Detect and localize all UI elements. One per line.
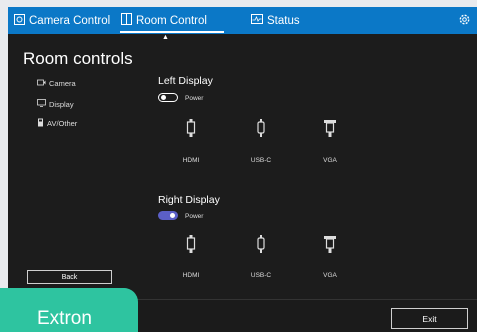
top-nav: Camera Control Room Control Status [8, 7, 477, 34]
display-icon [37, 99, 46, 109]
vga-icon[interactable] [323, 119, 337, 137]
right-display-usb-c-label: USB-C [250, 272, 272, 279]
tab-room-control-label: Room Control [136, 14, 207, 27]
vga-icon[interactable] [323, 235, 337, 253]
right-display-vga-label: VGA [323, 272, 337, 279]
mouse-cursor-icon: ▲ [162, 34, 169, 41]
camera-icon [14, 13, 25, 28]
brand-label: Extron [37, 308, 92, 329]
tab-status-label: Status [267, 14, 300, 27]
left-display-vga-label: VGA [323, 157, 337, 164]
left-display-usb-c-label: USB-C [250, 157, 272, 164]
app-screen: Camera Control Room Control Status ▲ Roo… [8, 7, 477, 332]
sidebar-item-av-other[interactable]: AV/Other [37, 118, 77, 129]
sidebar-item-camera-label: Camera [49, 79, 76, 88]
left-display-title: Left Display [158, 75, 213, 87]
sidebar-item-av-other-label: AV/Other [47, 119, 78, 128]
left-display-power-label: Power [185, 95, 204, 102]
tab-status[interactable]: Status [251, 7, 300, 34]
status-icon [251, 14, 263, 27]
usb-c-icon[interactable] [254, 119, 268, 137]
right-display-power-label: Power [185, 213, 204, 220]
tab-camera-control-label: Camera Control [29, 14, 111, 27]
left-display-power-toggle[interactable] [158, 93, 178, 102]
sidebar-item-camera[interactable]: Camera [37, 79, 76, 88]
room-icon [121, 13, 132, 28]
hdmi-icon[interactable] [184, 235, 198, 253]
right-display-title: Right Display [158, 194, 220, 206]
back-button[interactable]: Back [27, 270, 112, 284]
usb-c-icon[interactable] [254, 235, 268, 253]
sidebar-item-display-label: Display [49, 99, 74, 109]
left-display-hdmi-label: HDMI [182, 157, 200, 164]
av-icon [37, 118, 44, 129]
toggle-knob [161, 95, 166, 100]
gear-icon[interactable] [458, 13, 471, 29]
extron-logo: Extron [0, 288, 138, 332]
sidebar-item-display[interactable]: Display [37, 99, 74, 109]
right-display-power-toggle[interactable] [158, 211, 178, 220]
tab-room-control[interactable]: Room Control [121, 7, 207, 34]
right-display-hdmi-label: HDMI [182, 272, 200, 279]
exit-button[interactable]: Exit [391, 308, 468, 329]
toggle-knob [170, 213, 175, 218]
page-title: Room controls [23, 49, 133, 68]
hdmi-icon[interactable] [184, 119, 198, 137]
active-tab-indicator [120, 31, 224, 33]
camera-icon [37, 79, 46, 88]
tab-camera-control[interactable]: Camera Control [14, 7, 110, 34]
